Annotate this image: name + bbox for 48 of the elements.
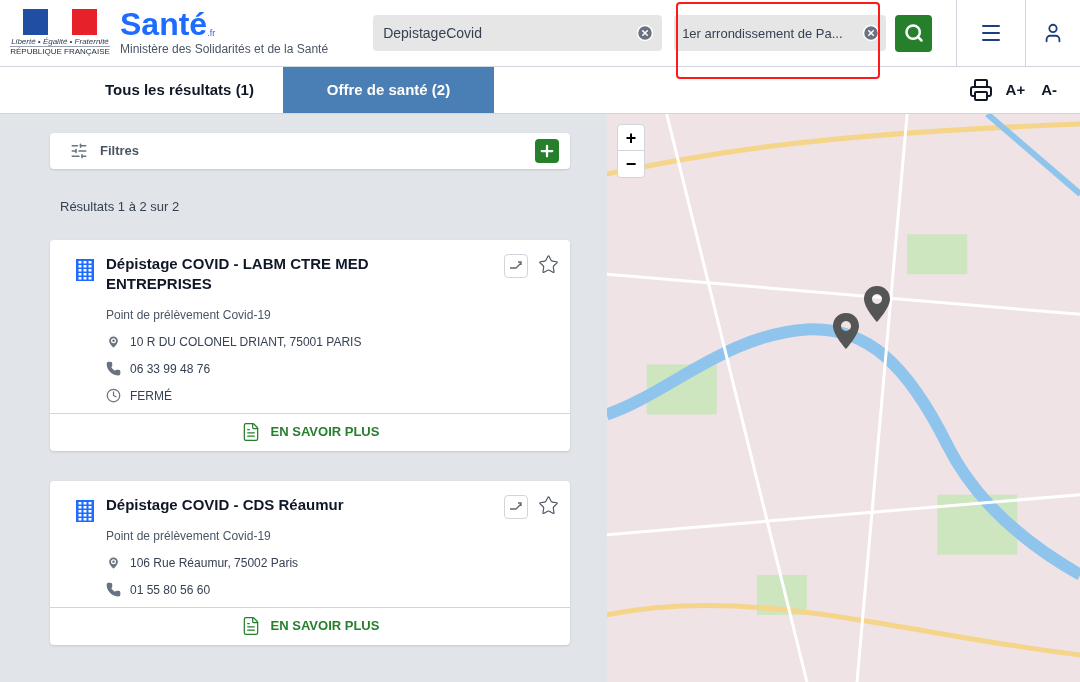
result-category: Point de prélèvement Covid-19 bbox=[106, 306, 272, 324]
zoom-out-button[interactable]: − bbox=[618, 151, 644, 177]
location-pin-icon bbox=[106, 554, 121, 571]
phone-icon bbox=[106, 361, 121, 376]
favorite-star-icon[interactable] bbox=[538, 253, 559, 275]
result-detail: FERMÉ bbox=[130, 387, 172, 405]
directions-icon bbox=[509, 260, 523, 271]
favorite-star-icon[interactable] bbox=[538, 494, 559, 516]
brand-suffix: .fr bbox=[207, 26, 216, 40]
plus-icon bbox=[538, 142, 556, 160]
result-title[interactable]: Dépistage COVID - CDS Réaumur bbox=[106, 494, 406, 515]
result-category: Point de prélèvement Covid-19 bbox=[106, 527, 272, 545]
republic-name: RÉPUBLIQUE FRANÇAISE bbox=[10, 46, 110, 57]
flag-logo-icon bbox=[23, 9, 97, 35]
location-pin-icon bbox=[106, 333, 121, 350]
result-detail: 10 R DU COLONEL DRIANT, 75001 PARIS bbox=[130, 333, 362, 351]
building-icon bbox=[75, 498, 95, 523]
text-size-button[interactable]: A- bbox=[1038, 78, 1060, 102]
tab[interactable]: Tous les résultats (1) bbox=[76, 67, 283, 113]
search-icon bbox=[903, 23, 924, 43]
learn-more-button[interactable]: EN SAVOIR PLUS bbox=[50, 606, 570, 645]
search-what-field[interactable]: DepistageCovid bbox=[373, 15, 663, 51]
tab[interactable]: Offre de santé (2) bbox=[283, 67, 494, 113]
result-title[interactable]: Dépistage COVID - LABM CTRE MED ENTREPRISES bbox=[106, 253, 406, 294]
print-icon[interactable] bbox=[968, 78, 993, 102]
brand-logo[interactable]: Santé bbox=[120, 8, 208, 40]
text-size-button[interactable]: A+ bbox=[1002, 78, 1029, 102]
filters-label[interactable]: Filtres bbox=[100, 141, 139, 161]
directions-button[interactable] bbox=[504, 253, 528, 278]
result-detail: 06 33 99 48 76 bbox=[130, 360, 211, 378]
filters-icon[interactable] bbox=[70, 142, 88, 160]
clock-icon bbox=[106, 388, 121, 403]
result-detail: 106 Rue Réaumur, 75002 Paris bbox=[130, 554, 299, 572]
add-filter-button[interactable] bbox=[535, 139, 559, 163]
results-count: Résultats 1 à 2 sur 2 bbox=[60, 198, 181, 216]
zoom-in-button[interactable]: + bbox=[618, 125, 644, 151]
phone-icon bbox=[106, 582, 121, 597]
directions-icon bbox=[509, 501, 523, 512]
search-button[interactable] bbox=[895, 14, 933, 52]
building-icon bbox=[75, 257, 95, 282]
ministry-name: Ministère des Solidarités et de la Santé bbox=[120, 41, 329, 58]
search-where-field[interactable]: 1er arrondissement de Pa... bbox=[674, 15, 887, 51]
learn-more-button[interactable]: EN SAVOIR PLUS bbox=[50, 412, 570, 451]
map-marker-icon[interactable] bbox=[833, 313, 859, 349]
result-detail: 01 55 80 56 60 bbox=[130, 581, 211, 599]
map-marker-icon[interactable] bbox=[864, 286, 890, 322]
directions-button[interactable] bbox=[504, 494, 528, 519]
republic-motto: Liberté • Égalité • Fraternité bbox=[11, 37, 109, 46]
